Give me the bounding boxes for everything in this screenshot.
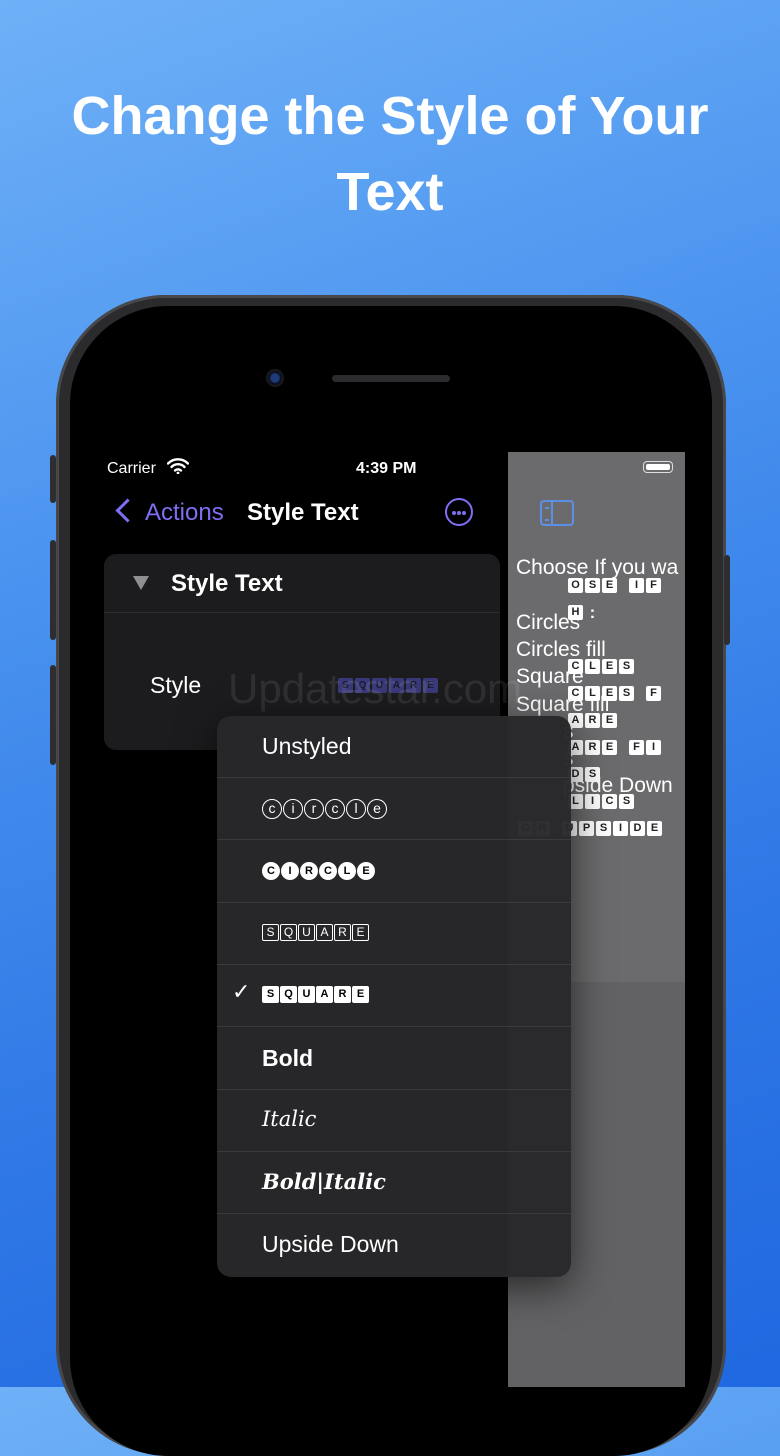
menu-item-italic[interactable]: Italic bbox=[217, 1090, 571, 1152]
detail-block-glyph: C bbox=[568, 659, 583, 674]
menu-item-label: Upside Down bbox=[262, 1231, 399, 1258]
back-button[interactable]: Actions bbox=[145, 499, 224, 527]
detail-block-glyph: S bbox=[585, 578, 600, 593]
menu-item-label: Bold bbox=[262, 1044, 314, 1071]
detail-block-glyph: I bbox=[613, 821, 628, 836]
battery-icon bbox=[643, 461, 673, 473]
detail-block-glyph: C bbox=[602, 794, 617, 809]
menu-item-label: SQUARE bbox=[262, 923, 370, 941]
detail-block-glyph: I bbox=[629, 578, 644, 593]
menu-item-label: CIRCLE bbox=[262, 861, 376, 880]
status-time: 4:39 PM bbox=[356, 460, 417, 477]
detail-block-row: ARE bbox=[568, 713, 619, 728]
checkmark-icon: ✓ bbox=[232, 979, 251, 1005]
watermark: Updatestar.com bbox=[228, 665, 523, 712]
detail-block-row: LICS bbox=[568, 794, 636, 809]
detail-block-glyph: S bbox=[596, 821, 611, 836]
detail-block-glyph: R bbox=[585, 740, 600, 755]
detail-block-glyph: D bbox=[630, 821, 645, 836]
detail-block-row: H: bbox=[568, 603, 602, 622]
status-bar: Carrier 4:39 PM bbox=[95, 452, 685, 486]
earpiece-speaker bbox=[332, 375, 450, 382]
menu-item-label: Italic bbox=[262, 1106, 317, 1131]
action-card-title: Style Text bbox=[171, 570, 283, 597]
menu-item-text[interactable]: Upside Down bbox=[217, 1214, 571, 1276]
detail-block-glyph bbox=[636, 686, 644, 701]
headline: Change the Style of Your Text bbox=[0, 78, 780, 230]
style-menu: Unstyled c i r c l e C I R C L E S Q U A R E ✓ S Q U A R E Bold Ita… bbox=[217, 716, 571, 1277]
detail-block-glyph: F bbox=[629, 740, 644, 755]
detail-block-glyph bbox=[619, 578, 627, 593]
detail-block-glyph: P bbox=[579, 821, 594, 836]
detail-block-glyph: : bbox=[589, 603, 596, 622]
detail-block-glyph: S bbox=[619, 686, 634, 701]
detail-block-glyph: C bbox=[568, 686, 583, 701]
wifi-icon bbox=[167, 458, 189, 474]
detail-block-glyph: I bbox=[585, 794, 600, 809]
detail-block-row: OSEIF bbox=[568, 578, 663, 593]
sidebar-toggle-icon[interactable] bbox=[540, 500, 574, 526]
detail-block-glyph: E bbox=[602, 578, 617, 593]
carrier-label: Carrier bbox=[107, 460, 156, 477]
detail-block-glyph: F bbox=[646, 686, 661, 701]
menu-item-label: circle bbox=[262, 799, 388, 820]
phone-mute-switch bbox=[50, 455, 56, 503]
detail-block-glyph: L bbox=[585, 686, 600, 701]
detail-block-glyph: E bbox=[602, 686, 617, 701]
disclosure-triangle-icon[interactable] bbox=[133, 576, 149, 590]
detail-block-glyph: R bbox=[585, 713, 600, 728]
detail-block-glyph: I bbox=[646, 740, 661, 755]
menu-item-label: Bold|Italic bbox=[262, 1169, 386, 1195]
menu-item-square[interactable]: SQUARE bbox=[217, 903, 571, 965]
action-card-header[interactable]: Style Text bbox=[104, 554, 500, 613]
more-options-icon[interactable] bbox=[445, 498, 473, 526]
menu-item-bold-italic[interactable]: Bold|Italic bbox=[217, 1152, 571, 1215]
menu-item-label: SQUARE bbox=[262, 986, 370, 1004]
detail-block-glyph: L bbox=[585, 659, 600, 674]
phone-volume-up bbox=[50, 540, 56, 640]
detail-block-glyph: E bbox=[602, 713, 617, 728]
detail-block-glyph: E bbox=[647, 821, 662, 836]
detail-block-glyph: E bbox=[602, 659, 617, 674]
detail-block-row: CLESF bbox=[568, 686, 663, 701]
detail-block-row: DS bbox=[568, 767, 602, 782]
detail-block-glyph: S bbox=[619, 659, 634, 674]
phone-power-button bbox=[724, 555, 730, 645]
detail-block-glyph: S bbox=[585, 767, 600, 782]
menu-item-label: Unstyled bbox=[262, 733, 352, 759]
menu-item-circle-fill[interactable]: CIRCLE bbox=[217, 841, 571, 903]
menu-item-text[interactable]: Unstyled bbox=[217, 716, 571, 778]
chevron-left-icon[interactable] bbox=[115, 498, 140, 523]
style-parameter-label: Style bbox=[150, 672, 202, 698]
headline-line-1: Change the Style of Your bbox=[71, 86, 709, 146]
detail-text: Choose If you wa bbox=[516, 556, 679, 579]
detail-block-row: CLES bbox=[568, 659, 636, 674]
nav-title: Style Text bbox=[247, 499, 359, 526]
detail-block-glyph: O bbox=[568, 578, 583, 593]
front-camera bbox=[266, 369, 284, 387]
detail-block-glyph bbox=[619, 740, 627, 755]
detail-block-glyph: F bbox=[646, 578, 661, 593]
navigation-bar: Actions Style Text bbox=[95, 492, 508, 536]
detail-block-glyph: E bbox=[602, 740, 617, 755]
detail-block-glyph: H bbox=[568, 605, 583, 620]
headline-line-2: Text bbox=[336, 162, 444, 222]
detail-block-glyph: S bbox=[619, 794, 634, 809]
menu-item-square-fill[interactable]: ✓ S Q U A R E bbox=[217, 965, 571, 1028]
menu-item-circle[interactable]: circle bbox=[217, 778, 571, 841]
menu-item-bold[interactable]: Bold bbox=[217, 1028, 571, 1090]
phone-volume-down bbox=[50, 665, 56, 765]
detail-block-row: AREFI bbox=[568, 740, 663, 755]
